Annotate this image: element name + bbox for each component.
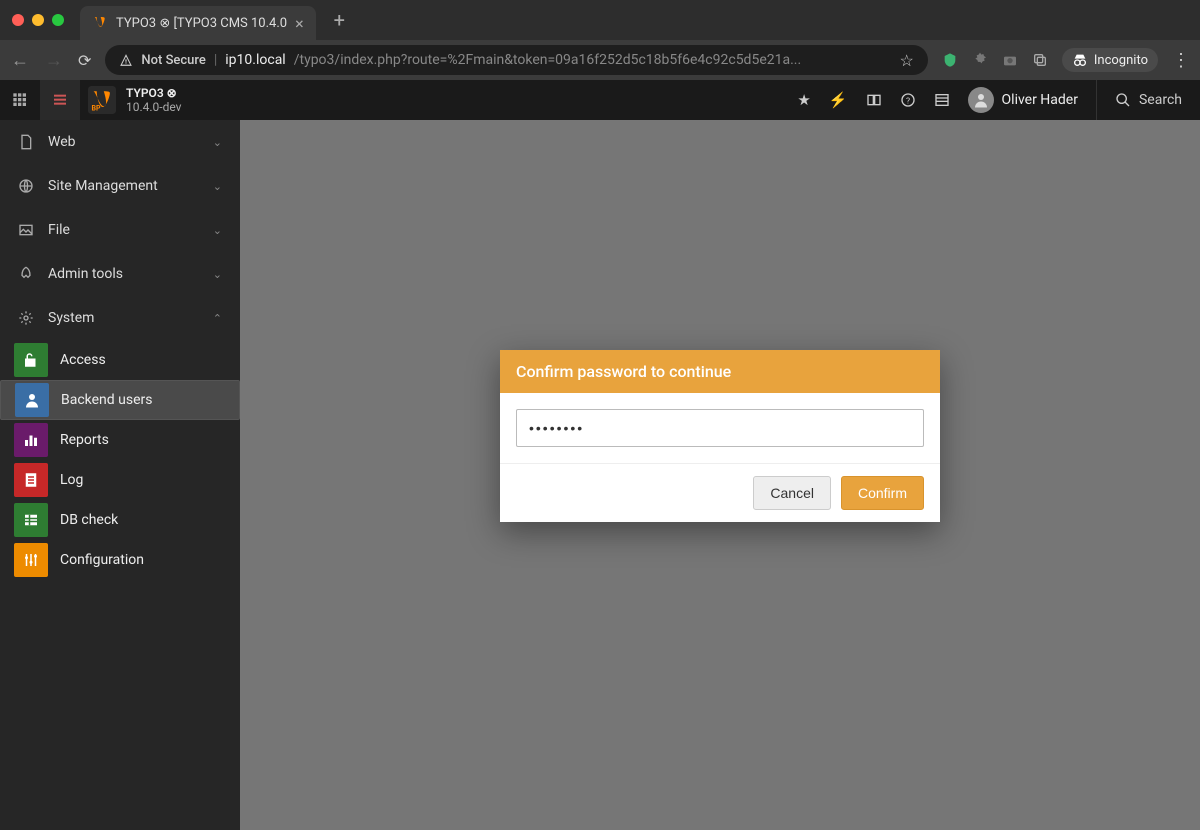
nav-item-backend-users-label: Backend users xyxy=(61,392,153,408)
nav-item-db-check[interactable]: DB check xyxy=(0,500,240,540)
nav-item-reports[interactable]: Reports xyxy=(0,420,240,460)
chevron-down-icon: ⌄ xyxy=(213,224,222,237)
password-input[interactable] xyxy=(516,409,924,447)
shield-extension-icon[interactable] xyxy=(942,52,958,68)
brand-section[interactable]: BP TYPO3 ⊗ 10.4.0-dev xyxy=(80,86,182,115)
user-menu[interactable]: Oliver Hader xyxy=(968,87,1078,113)
window-controls xyxy=(12,14,64,26)
file-icon xyxy=(18,134,34,150)
window-close-button[interactable] xyxy=(12,14,24,26)
list-icon[interactable] xyxy=(934,92,950,108)
nav-group-system-label: System xyxy=(48,310,199,326)
modal-title: Confirm password to continue xyxy=(500,350,940,393)
chevron-down-icon: ⌄ xyxy=(213,268,222,281)
browser-menu-button[interactable]: ⋮ xyxy=(1172,50,1190,71)
nav-item-access-label: Access xyxy=(60,352,106,368)
extension-icons: Incognito ⋮ xyxy=(942,48,1190,72)
bookmark-star-icon[interactable]: ☆ xyxy=(900,51,914,70)
nav-back-button[interactable]: ← xyxy=(10,50,30,71)
nav-item-db-check-label: DB check xyxy=(60,512,118,528)
chevron-up-icon: ⌃ xyxy=(213,312,222,325)
camera-extension-icon[interactable] xyxy=(1002,52,1018,68)
incognito-label: Incognito xyxy=(1094,53,1148,68)
cancel-button[interactable]: Cancel xyxy=(753,476,831,510)
table-icon xyxy=(14,503,48,537)
browser-address-bar-row: ← → ⟳ Not Secure | ip10.local /typo3/ind… xyxy=(0,40,1200,80)
chevron-down-icon: ⌄ xyxy=(213,136,222,149)
confirm-password-modal: Confirm password to continue Cancel Conf… xyxy=(500,350,940,522)
gear-extension-icon[interactable] xyxy=(972,52,988,68)
chevron-down-icon: ⌄ xyxy=(213,180,222,193)
window-stack-icon[interactable] xyxy=(1032,52,1048,68)
svg-text:?: ? xyxy=(905,96,909,106)
flash-icon[interactable]: ⚡ xyxy=(829,91,848,109)
not-secure-icon xyxy=(119,53,133,67)
nav-group-admin[interactable]: Admin tools ⌄ xyxy=(0,252,240,296)
browser-tab-bar: TYPO3 ⊗ [TYPO3 CMS 10.4.0 × + xyxy=(0,0,1200,40)
nav-item-configuration-label: Configuration xyxy=(60,552,144,568)
confirm-button[interactable]: Confirm xyxy=(841,476,924,510)
nav-group-system[interactable]: System ⌃ xyxy=(0,296,240,340)
nav-item-reports-label: Reports xyxy=(60,432,109,448)
search-icon xyxy=(1115,92,1131,108)
typo3-logo-icon: BP xyxy=(88,86,116,114)
nav-item-backend-users[interactable]: Backend users xyxy=(0,380,240,420)
module-sidebar: Web ⌄ Site Management ⌄ File ⌄ Admin too… xyxy=(0,120,240,830)
gear-icon xyxy=(18,310,34,326)
rocket-icon xyxy=(18,266,34,282)
nav-group-site[interactable]: Site Management ⌄ xyxy=(0,164,240,208)
app-topbar: BP TYPO3 ⊗ 10.4.0-dev ★ ⚡ ? Oliver Hader… xyxy=(0,80,1200,120)
incognito-icon xyxy=(1072,52,1088,68)
tab-close-icon[interactable]: × xyxy=(295,14,304,33)
reload-button[interactable]: ⟳ xyxy=(78,51,91,70)
nav-group-web[interactable]: Web ⌄ xyxy=(0,120,240,164)
user-icon xyxy=(15,383,49,417)
chart-icon xyxy=(14,423,48,457)
nav-item-access[interactable]: Access xyxy=(0,340,240,380)
document-lines-icon xyxy=(14,463,48,497)
tab-title: TYPO3 ⊗ [TYPO3 CMS 10.4.0 xyxy=(116,16,287,31)
browser-tab-active[interactable]: TYPO3 ⊗ [TYPO3 CMS 10.4.0 × xyxy=(80,6,316,40)
sidebar-toggle-button[interactable] xyxy=(40,80,80,120)
url-host: ip10.local xyxy=(225,52,285,68)
nav-group-file[interactable]: File ⌄ xyxy=(0,208,240,252)
svg-text:BP: BP xyxy=(92,105,101,113)
search-button[interactable]: Search xyxy=(1096,80,1182,120)
typo3-favicon-icon xyxy=(92,15,108,31)
module-grid-button[interactable] xyxy=(0,80,40,120)
nav-item-log-label: Log xyxy=(60,472,83,488)
not-secure-label: Not Secure xyxy=(141,53,205,68)
user-name: Oliver Hader xyxy=(1002,92,1078,108)
windows-icon[interactable] xyxy=(866,92,882,108)
image-icon xyxy=(18,222,34,238)
search-label: Search xyxy=(1139,92,1182,108)
bookmark-icon[interactable]: ★ xyxy=(797,91,810,109)
nav-group-site-label: Site Management xyxy=(48,178,199,194)
url-separator: | xyxy=(214,52,217,68)
brand-title: TYPO3 ⊗ xyxy=(126,86,182,100)
lock-open-icon xyxy=(14,343,48,377)
content-area: Confirm password to continue Cancel Conf… xyxy=(240,120,1200,830)
window-maximize-button[interactable] xyxy=(52,14,64,26)
incognito-badge[interactable]: Incognito xyxy=(1062,48,1158,72)
nav-item-configuration[interactable]: Configuration xyxy=(0,540,240,580)
help-icon[interactable]: ? xyxy=(900,92,916,108)
brand-version: 10.4.0-dev xyxy=(126,100,182,114)
window-minimize-button[interactable] xyxy=(32,14,44,26)
sliders-icon xyxy=(14,543,48,577)
nav-group-admin-label: Admin tools xyxy=(48,266,199,282)
new-tab-button[interactable]: + xyxy=(334,8,345,32)
globe-icon xyxy=(18,178,34,194)
nav-group-web-label: Web xyxy=(48,134,199,150)
url-path: /typo3/index.php?route=%2Fmain&token=09a… xyxy=(294,52,801,68)
nav-group-file-label: File xyxy=(48,222,199,238)
nav-forward-button[interactable]: → xyxy=(44,50,64,71)
avatar-icon xyxy=(968,87,994,113)
address-bar[interactable]: Not Secure | ip10.local /typo3/index.php… xyxy=(105,45,927,75)
nav-item-log[interactable]: Log xyxy=(0,460,240,500)
